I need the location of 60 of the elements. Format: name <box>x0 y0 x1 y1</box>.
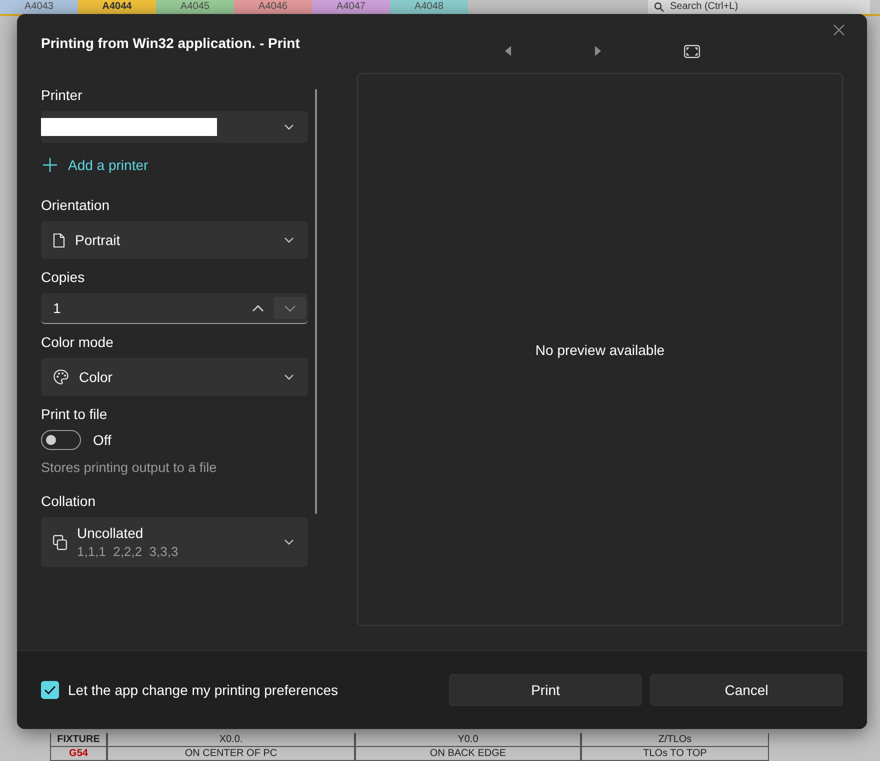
checkbox-label: Let the app change my printing preferences <box>68 682 338 698</box>
table-cell: X0.0. <box>107 733 355 747</box>
toggle-state: Off <box>93 432 112 448</box>
sheet-tab[interactable]: A4048 <box>390 0 468 14</box>
dialog-title: Printing from Win32 application. - Print <box>41 35 301 51</box>
link-text[interactable]: Add a printer <box>68 157 148 173</box>
next-page-icon[interactable] <box>594 46 602 56</box>
copies-field[interactable]: 1 <box>41 293 308 324</box>
chevron-down-icon <box>284 374 294 380</box>
table-cell: TLOs TO TOP <box>581 747 769 761</box>
sheet-tab[interactable]: A4047 <box>312 0 390 14</box>
collation-order: 1,1,1 2,2,2 3,3,3 <box>77 544 178 559</box>
close-icon[interactable] <box>833 24 845 36</box>
collation-dropdown[interactable]: Uncollated 1,1,1 2,2,2 3,3,3 <box>41 517 308 567</box>
search-placeholder: Search (Ctrl+L) <box>670 0 738 14</box>
preview-message: No preview available <box>535 342 665 358</box>
field-label: Collation <box>41 493 96 509</box>
table-cell: Y0.0 <box>355 733 581 747</box>
sheet-tab[interactable]: A4044 <box>78 0 156 14</box>
color-mode-dropdown[interactable]: Color <box>41 358 308 396</box>
dropdown-value: Uncollated <box>77 525 144 541</box>
field-label: Orientation <box>41 197 110 213</box>
table-cell: ON BACK EDGE <box>355 747 581 761</box>
checkmark-icon <box>44 685 56 695</box>
print-button[interactable]: Print <box>449 674 642 706</box>
sheet-tab[interactable]: A4046 <box>234 0 312 14</box>
chevron-down-icon <box>284 124 294 130</box>
chevron-down-icon <box>284 237 294 243</box>
cancel-button[interactable]: Cancel <box>650 674 843 706</box>
sheet-tab[interactable]: A4045 <box>156 0 234 14</box>
table-cell: ON CENTER OF PC <box>107 747 355 761</box>
stacked-pages-icon <box>53 534 67 550</box>
toggle-switch[interactable] <box>41 430 81 450</box>
dropdown-value: Portrait <box>75 232 120 248</box>
copies-value: 1 <box>53 300 61 316</box>
add-printer-link[interactable]: Add a printer <box>43 157 308 173</box>
sheet-tab[interactable]: A4043 <box>0 0 78 14</box>
field-description: Stores printing output to a file <box>41 460 218 475</box>
table-cell: G54 <box>50 747 107 761</box>
field-label: Color mode <box>41 334 114 350</box>
search-icon <box>654 2 664 12</box>
table-cell: FIXTURE <box>50 733 107 747</box>
field-label: Copies <box>41 269 86 285</box>
orientation-dropdown[interactable]: Portrait <box>41 221 308 259</box>
scrollbar[interactable] <box>315 89 317 514</box>
table-cell: Z/TLOs <box>581 733 769 747</box>
chevron-down-icon <box>284 304 296 312</box>
search-field[interactable]: Search (Ctrl+L) <box>648 0 870 14</box>
fit-to-page-icon[interactable] <box>684 44 700 58</box>
plus-icon <box>43 158 57 172</box>
printer-dropdown[interactable] <box>41 111 308 143</box>
checkbox[interactable] <box>41 681 59 699</box>
chevron-up-icon <box>252 304 264 312</box>
field-label: Print to file <box>41 406 108 422</box>
dropdown-value: Color <box>79 369 112 385</box>
page-icon <box>53 232 65 248</box>
field-label: Printer <box>41 87 84 103</box>
palette-icon <box>53 369 69 385</box>
previous-page-icon[interactable] <box>504 46 512 56</box>
chevron-down-icon <box>284 539 294 545</box>
